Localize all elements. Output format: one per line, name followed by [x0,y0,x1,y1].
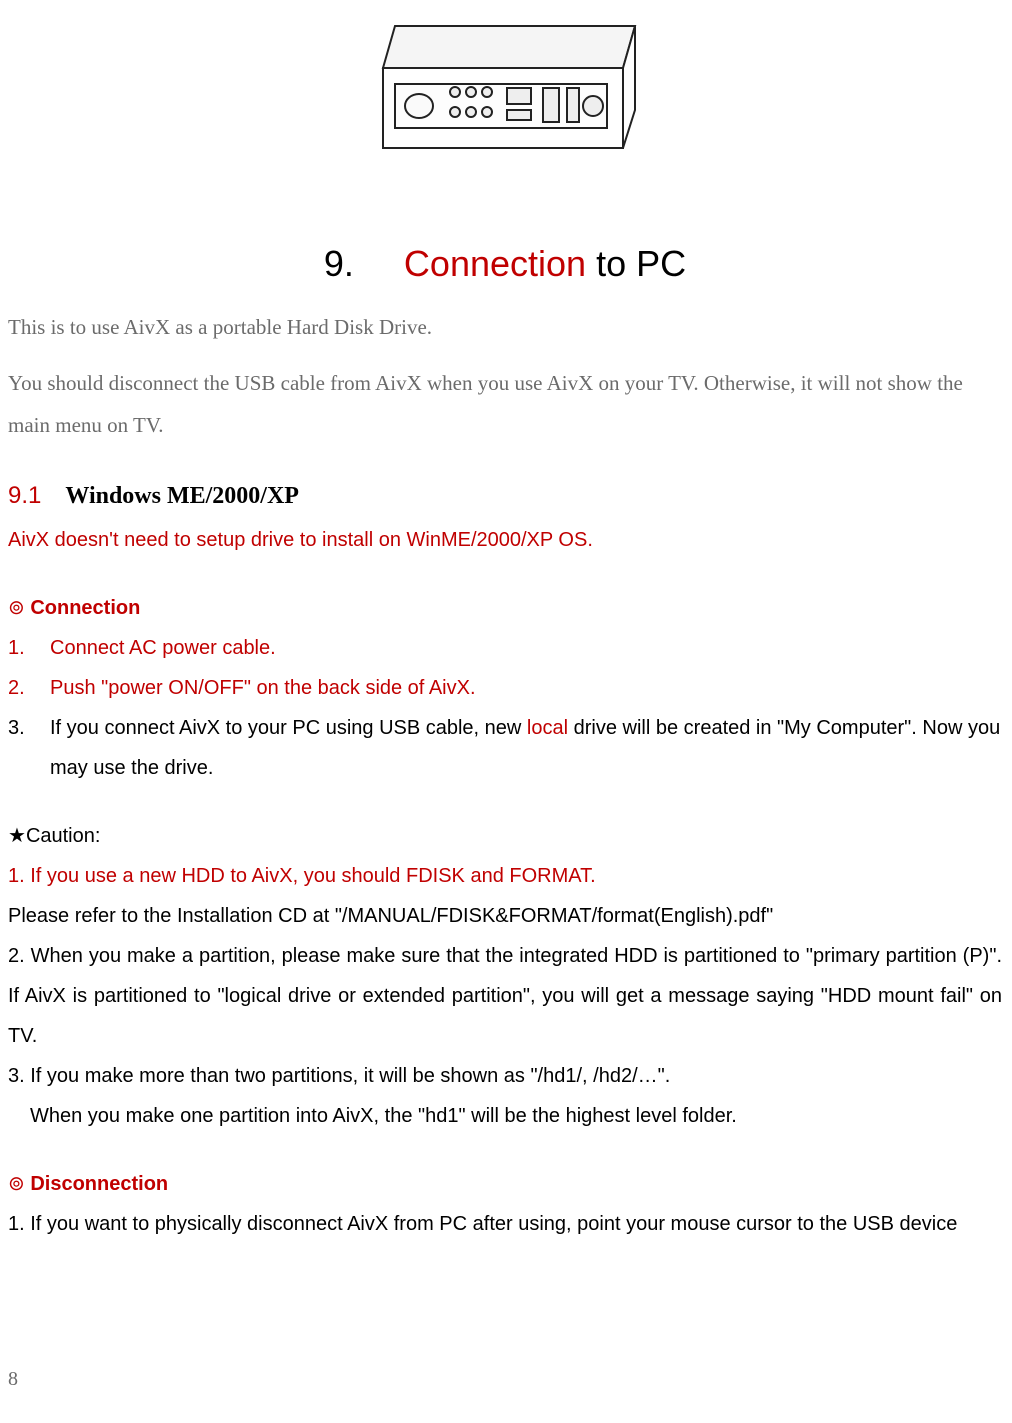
step-number: 3. [8,708,50,788]
intro-line-1: This is to use AivX as a portable Hard D… [8,306,1002,348]
star-icon: ★ [8,825,26,847]
caution-item-3b: When you make one partition into AivX, t… [8,1096,1002,1136]
intro-line-2: You should disconnect the USB cable from… [8,362,1002,446]
connection-label: Connection [30,597,140,619]
device-illustration [335,18,675,198]
section-heading-text: Windows ME/2000/XP [65,483,299,509]
section-note: AivX doesn't need to setup drive to inst… [8,520,1002,560]
connection-step-3: 3. If you connect AivX to your PC using … [8,708,1002,788]
chapter-rest: to PC [586,243,686,284]
disconnection-label: Disconnection [30,1173,168,1195]
step-text: Connect AC power cable. [50,628,1002,668]
step-number: 1. [8,628,50,668]
connection-step-2: 2. Push "power ON/OFF" on the back side … [8,668,1002,708]
disconnection-step-1: 1. If you want to physically disconnect … [8,1204,1002,1244]
step-number: 2. [8,668,50,708]
chapter-title: 9. Connection to PC [8,228,1002,300]
step-text: Push "power ON/OFF" on the back side of … [50,668,1002,708]
chapter-number: 9. [324,243,354,284]
caution-label: Caution: [26,825,101,847]
caution-item-1b: Please refer to the Installation CD at "… [8,896,1002,936]
step-text: If you connect AivX to your PC using USB… [50,708,1002,788]
caution-heading: ★Caution: [8,816,1002,856]
step3-pre: If you connect AivX to your PC using USB… [50,717,527,739]
document-page: 9. Connection to PC This is to use AivX … [0,0,1012,1423]
bullet-icon: ⊚ [8,597,25,619]
connection-step-1: 1. Connect AC power cable. [8,628,1002,668]
disconnection-heading: ⊚ Disconnection [8,1164,1002,1204]
section-number: 9.1 [8,482,41,509]
caution-item-3a: 3. If you make more than two partitions,… [8,1056,1002,1096]
chapter-accent-word: Connection [404,243,586,284]
connection-heading: ⊚ Connection [8,588,1002,628]
page-number: 8 [8,1359,18,1399]
bullet-icon: ⊚ [8,1173,25,1195]
caution-item-1: 1. If you use a new HDD to AivX, you sho… [8,856,1002,896]
step3-highlight: local [527,717,568,739]
caution-item-2: 2. When you make a partition, please mak… [8,936,1002,1056]
section-title: 9.1 Windows ME/2000/XP [8,472,1002,520]
